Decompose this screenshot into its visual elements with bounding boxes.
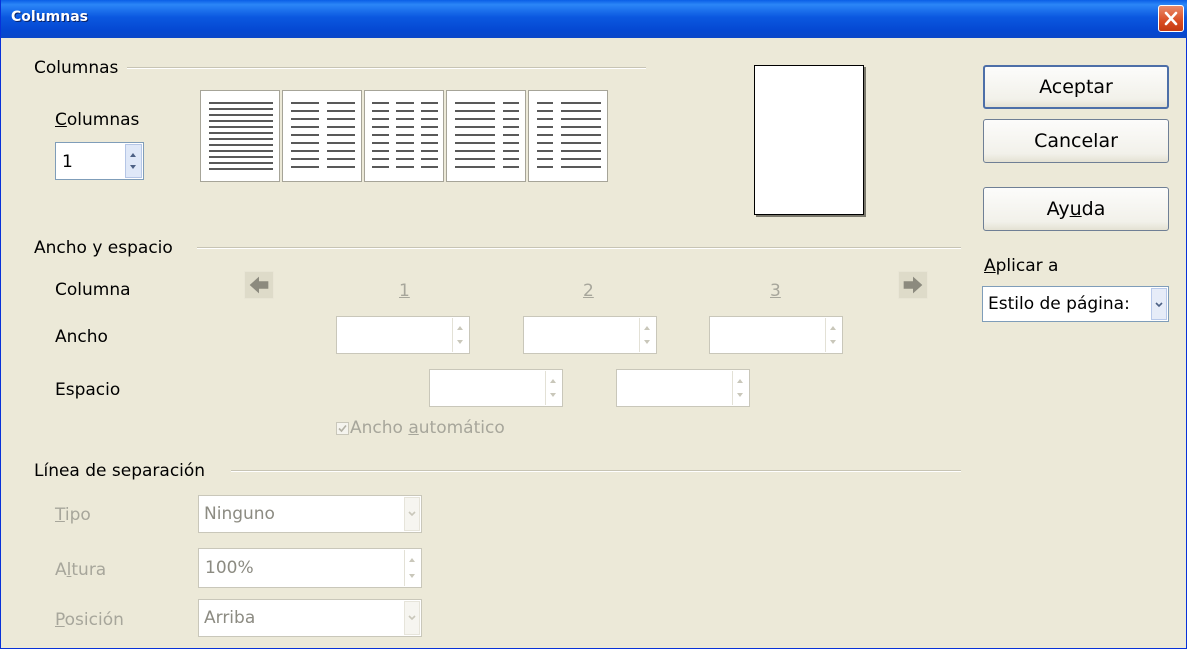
spin-up-icon[interactable] bbox=[457, 326, 463, 330]
separator-position-value: Arriba bbox=[204, 608, 256, 628]
column-3-width-field[interactable] bbox=[709, 316, 843, 354]
columns-section-divider bbox=[127, 67, 646, 69]
preset-two-columns[interactable] bbox=[282, 90, 362, 182]
spin-down-icon[interactable] bbox=[550, 393, 556, 397]
width-spacing-divider bbox=[197, 247, 961, 249]
width-spacing-heading: Ancho y espacio bbox=[34, 238, 173, 258]
spin-up-icon[interactable] bbox=[737, 379, 743, 383]
separator-position-label: Posición bbox=[55, 610, 124, 630]
column-number-2: 2 bbox=[583, 281, 594, 301]
column-number-3: 3 bbox=[770, 281, 781, 301]
autowidth-label: Ancho automático bbox=[350, 418, 505, 438]
preset-wide-left[interactable] bbox=[446, 90, 526, 182]
checkmark-icon bbox=[338, 424, 347, 433]
columns-count-value: 1 bbox=[62, 152, 73, 172]
column-1-width-field[interactable] bbox=[336, 316, 470, 354]
separator-height-value: 100% bbox=[205, 558, 254, 578]
columns-dialog: Columnas Columnas Columnas 1 Aceptar Can… bbox=[0, 0, 1187, 649]
spin-up-icon[interactable] bbox=[550, 379, 556, 383]
chevron-down-icon[interactable] bbox=[404, 497, 420, 531]
width-label: Ancho bbox=[55, 327, 108, 347]
spin-down-icon[interactable] bbox=[737, 393, 743, 397]
spacing-2-field[interactable] bbox=[616, 369, 750, 407]
separator-type-value: Ninguno bbox=[204, 504, 275, 524]
columns-section-heading: Columnas bbox=[34, 58, 119, 78]
column-layout-presets bbox=[200, 90, 609, 182]
page-preview bbox=[754, 65, 864, 215]
apply-to-value: Estilo de página: bbox=[988, 294, 1130, 314]
spin-up-icon[interactable] bbox=[409, 558, 415, 562]
separator-line-heading: Línea de separación bbox=[34, 461, 206, 481]
column-2-width-field[interactable] bbox=[523, 316, 657, 354]
separator-height-spin-arrows[interactable] bbox=[404, 550, 420, 586]
autowidth-checkbox[interactable] bbox=[336, 422, 349, 435]
columns-count-stepper[interactable]: 1 bbox=[55, 142, 144, 180]
separator-type-select[interactable]: Ninguno bbox=[198, 495, 422, 533]
separator-position-select[interactable]: Arriba bbox=[198, 599, 422, 637]
help-button[interactable]: Ayuda bbox=[983, 187, 1169, 231]
separator-height-stepper[interactable]: 100% bbox=[198, 548, 422, 588]
spacing-2-spin-arrows[interactable] bbox=[732, 371, 748, 405]
column-label: Columna bbox=[55, 280, 131, 300]
apply-to-select[interactable]: Estilo de página: bbox=[982, 286, 1169, 322]
ok-button[interactable]: Aceptar bbox=[983, 65, 1169, 109]
columns-count-spin-arrows[interactable] bbox=[125, 144, 142, 178]
window-title: Columnas bbox=[11, 9, 88, 25]
spin-down-icon[interactable] bbox=[409, 574, 415, 578]
spacing-label: Espacio bbox=[55, 380, 121, 400]
column-3-width-spin-arrows[interactable] bbox=[825, 318, 841, 352]
columns-count-label: Columnas bbox=[55, 110, 140, 130]
preset-wide-right[interactable] bbox=[528, 90, 608, 182]
chevron-down-icon[interactable] bbox=[1151, 288, 1167, 320]
spin-up-icon[interactable] bbox=[644, 326, 650, 330]
spin-down-icon[interactable] bbox=[830, 340, 836, 344]
spacing-1-field[interactable] bbox=[429, 369, 563, 407]
spin-up-icon[interactable] bbox=[830, 326, 836, 330]
title-bar[interactable]: Columnas bbox=[1, 0, 1187, 38]
arrow-left-icon[interactable] bbox=[244, 271, 274, 299]
apply-to-label: Aplicar a bbox=[984, 256, 1059, 276]
spin-down-icon[interactable] bbox=[644, 340, 650, 344]
close-icon bbox=[1164, 11, 1178, 26]
preset-three-columns[interactable] bbox=[364, 90, 444, 182]
preset-one-column[interactable] bbox=[200, 90, 280, 182]
separator-height-label: Altura bbox=[55, 560, 107, 580]
separator-type-label: Tipo bbox=[55, 505, 91, 525]
column-1-width-spin-arrows[interactable] bbox=[452, 318, 468, 352]
spacing-1-spin-arrows[interactable] bbox=[545, 371, 561, 405]
chevron-down-icon[interactable] bbox=[404, 601, 420, 635]
column-2-width-spin-arrows[interactable] bbox=[639, 318, 655, 352]
cancel-button[interactable]: Cancelar bbox=[983, 119, 1169, 163]
spin-down-icon[interactable] bbox=[130, 165, 136, 169]
spin-up-icon[interactable] bbox=[130, 153, 136, 157]
column-number-1: 1 bbox=[399, 281, 410, 301]
close-button[interactable] bbox=[1158, 5, 1184, 32]
separator-line-divider bbox=[231, 470, 961, 472]
arrow-right-icon[interactable] bbox=[898, 271, 928, 299]
spin-down-icon[interactable] bbox=[457, 340, 463, 344]
